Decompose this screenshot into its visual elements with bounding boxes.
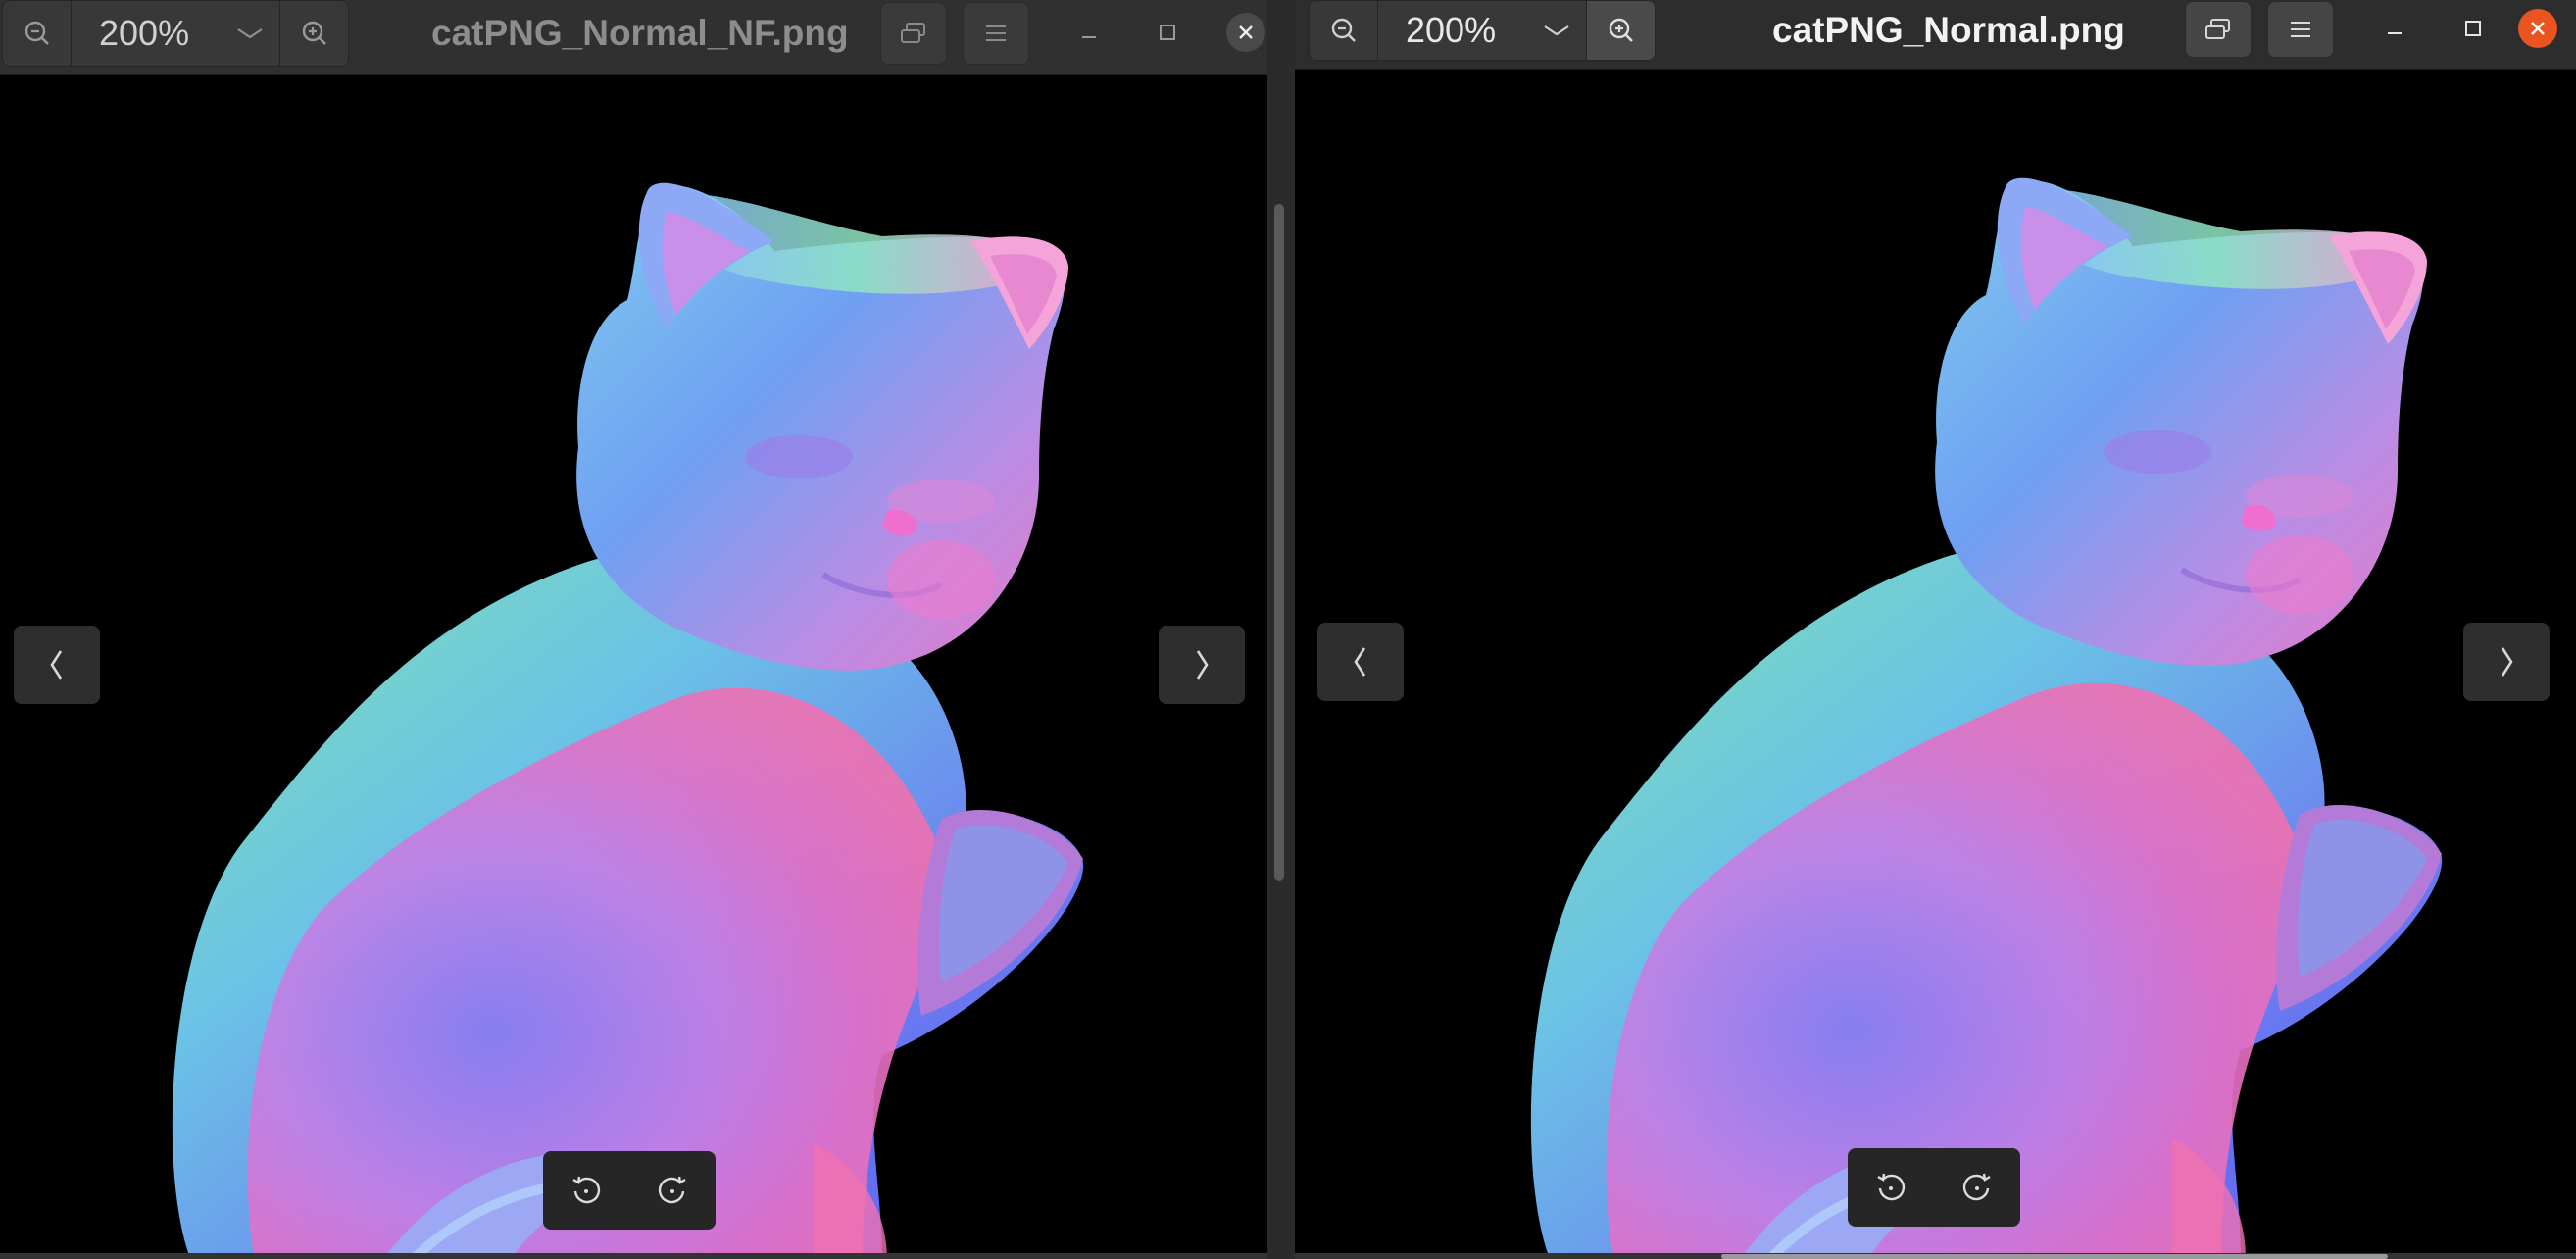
rotate-left-icon bbox=[572, 1176, 601, 1204]
fullscreen-button[interactable] bbox=[880, 2, 947, 65]
image-viewer-window-right: 200% catPNG_Normal.png bbox=[1295, 0, 2576, 1259]
zoom-in-button[interactable] bbox=[279, 1, 348, 66]
window-title: catPNG_Normal_NF.png bbox=[431, 13, 849, 53]
chevron-right-icon bbox=[2501, 647, 2513, 677]
vertical-scrollbar[interactable] bbox=[1267, 0, 1295, 1259]
minimize-icon bbox=[1082, 36, 1096, 38]
zoom-dropdown-button[interactable] bbox=[1527, 1, 1586, 60]
menu-button[interactable] bbox=[2267, 1, 2334, 58]
fullscreen-icon bbox=[901, 23, 925, 43]
close-icon bbox=[1239, 25, 1253, 39]
hamburger-menu-icon bbox=[2291, 22, 2310, 37]
zoom-out-button[interactable] bbox=[1310, 1, 1378, 60]
image-canvas[interactable] bbox=[1295, 70, 2576, 1259]
zoom-in-icon bbox=[302, 21, 326, 45]
next-image-button[interactable] bbox=[2463, 623, 2550, 701]
chevron-right-icon bbox=[1196, 650, 1209, 680]
close-button[interactable] bbox=[1216, 0, 1267, 65]
rotate-right-button[interactable] bbox=[638, 1156, 707, 1225]
previous-image-button[interactable] bbox=[14, 626, 100, 704]
maximize-button[interactable] bbox=[1138, 0, 1197, 65]
close-icon bbox=[2531, 22, 2545, 35]
maximize-icon bbox=[1160, 25, 1175, 40]
image-canvas[interactable] bbox=[0, 75, 1267, 1259]
window-bottom-edge bbox=[0, 1253, 1267, 1259]
hamburger-menu-icon bbox=[986, 25, 1006, 41]
rotate-left-icon bbox=[1877, 1173, 1906, 1201]
rotate-right-button[interactable] bbox=[1943, 1153, 2011, 1222]
zoom-out-icon bbox=[1331, 18, 1356, 42]
chevron-left-icon bbox=[1354, 647, 1366, 677]
minimize-button[interactable] bbox=[2365, 0, 2424, 57]
minimize-icon bbox=[2388, 32, 2402, 34]
chevron-down-icon bbox=[1544, 25, 1569, 36]
zoom-control: 200% bbox=[1309, 0, 1656, 61]
window-title: catPNG_Normal.png bbox=[1772, 10, 2125, 50]
zoom-out-button[interactable] bbox=[3, 1, 72, 66]
zoom-in-icon bbox=[1609, 18, 1633, 42]
maximize-icon bbox=[2465, 21, 2481, 36]
rotate-right-icon bbox=[658, 1176, 686, 1204]
close-button[interactable] bbox=[2508, 0, 2567, 57]
rotate-right-icon bbox=[1962, 1173, 1991, 1201]
cat-image bbox=[1530, 177, 2443, 1259]
maximize-button[interactable] bbox=[2444, 0, 2502, 57]
rotate-left-button[interactable] bbox=[552, 1156, 620, 1225]
zoom-level-value[interactable]: 200% bbox=[72, 1, 221, 66]
minimize-button[interactable] bbox=[1060, 0, 1118, 65]
zoom-level-value[interactable]: 200% bbox=[1378, 1, 1527, 60]
rotate-left-button[interactable] bbox=[1857, 1153, 1925, 1222]
fullscreen-button[interactable] bbox=[2185, 1, 2252, 58]
horizontal-scrollbar-thumb[interactable] bbox=[1721, 1254, 2388, 1259]
zoom-out-icon bbox=[25, 21, 49, 45]
headerbar: 200% catPNG_Normal_NF.png bbox=[0, 0, 1267, 75]
rotate-toolbar bbox=[1848, 1148, 2020, 1227]
fullscreen-icon bbox=[2205, 19, 2230, 39]
zoom-dropdown-button[interactable] bbox=[221, 1, 279, 66]
chevron-left-icon bbox=[50, 650, 63, 680]
desktop: 200% catPNG_Normal_NF.png 200% catPNG_No… bbox=[0, 0, 2576, 1259]
cat-image bbox=[172, 182, 1084, 1259]
rotate-toolbar bbox=[543, 1151, 716, 1230]
menu-button[interactable] bbox=[963, 2, 1029, 65]
scrollbar-thumb[interactable] bbox=[1274, 204, 1284, 881]
zoom-in-button[interactable] bbox=[1586, 1, 1655, 60]
headerbar: 200% catPNG_Normal.png bbox=[1295, 0, 2576, 70]
image-viewer-window-left: 200% catPNG_Normal_NF.png bbox=[0, 0, 1267, 1259]
previous-image-button[interactable] bbox=[1317, 623, 1404, 701]
chevron-down-icon bbox=[237, 28, 263, 39]
zoom-control: 200% bbox=[2, 0, 349, 67]
next-image-button[interactable] bbox=[1159, 626, 1245, 704]
